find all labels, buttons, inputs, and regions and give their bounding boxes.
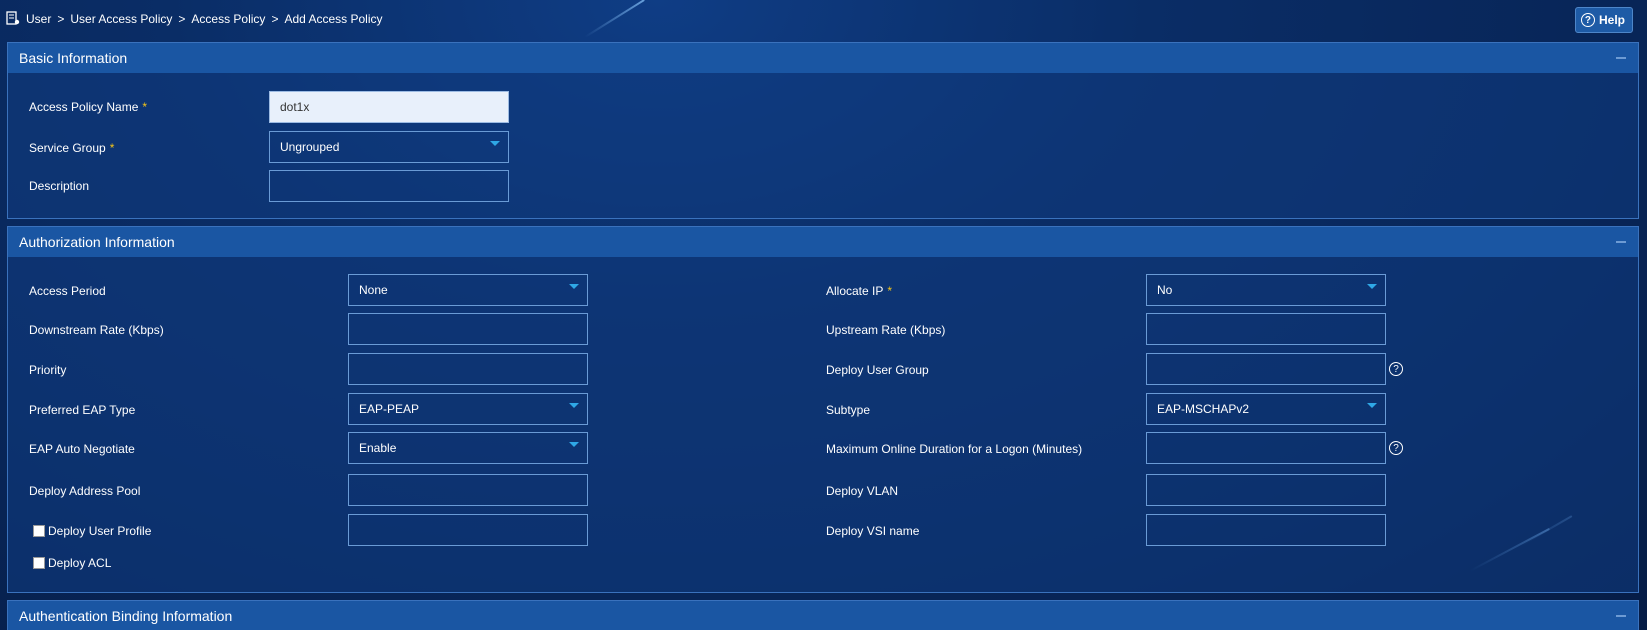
authorization-information-title: Authorization Information — [19, 234, 175, 250]
chevron-down-icon — [569, 284, 579, 289]
preferred-eap-type-value: EAP-PEAP — [359, 402, 420, 416]
allocate-ip-value: No — [1157, 283, 1173, 297]
deploy-user-profile-input[interactable] — [348, 514, 588, 546]
eap-auto-negotiate-value: Enable — [359, 441, 397, 455]
help-label: Help — [1598, 13, 1625, 27]
deploy-address-pool-input[interactable] — [348, 474, 588, 506]
question-icon[interactable]: ? — [1389, 362, 1403, 376]
chevron-down-icon — [1367, 403, 1377, 408]
required-marker: * — [109, 141, 115, 155]
access-policy-name-input[interactable] — [269, 91, 509, 123]
authorization-information-header[interactable]: Authorization Information — [8, 227, 1638, 257]
user-policy-icon — [6, 11, 20, 25]
subtype-value: EAP-MSCHAPv2 — [1157, 402, 1250, 416]
downstream-rate-input[interactable] — [348, 313, 588, 345]
upstream-rate-input[interactable] — [1146, 313, 1386, 345]
upstream-rate-label: Upstream Rate (Kbps) — [826, 323, 946, 337]
service-group-select[interactable]: Ungrouped — [269, 131, 509, 163]
top-bar: User > User Access Policy > Access Polic… — [0, 0, 1647, 38]
breadcrumb-item-access-policy[interactable]: Access Policy — [191, 12, 265, 26]
deploy-vsi-name-label: Deploy VSI name — [826, 524, 920, 538]
breadcrumb-separator: > — [57, 12, 65, 26]
eap-auto-negotiate-label: EAP Auto Negotiate — [29, 442, 135, 456]
description-input[interactable] — [269, 170, 509, 202]
collapse-icon[interactable] — [1616, 241, 1626, 243]
collapse-icon[interactable] — [1616, 615, 1626, 617]
downstream-rate-label: Downstream Rate (Kbps) — [29, 323, 164, 337]
service-group-value: Ungrouped — [280, 140, 340, 154]
deploy-acl-label: Deploy ACL — [48, 556, 112, 570]
deploy-address-pool-label: Deploy Address Pool — [29, 484, 141, 498]
service-group-label: Service Group * — [29, 141, 115, 155]
deploy-vlan-label: Deploy VLAN — [826, 484, 899, 498]
access-policy-name-label: Access Policy Name * — [29, 100, 148, 114]
max-online-duration-input[interactable] — [1146, 432, 1386, 464]
help-icon: ? — [1580, 13, 1595, 27]
chevron-down-icon — [569, 403, 579, 408]
required-marker: * — [142, 100, 148, 114]
deploy-user-profile-label: Deploy User Profile — [48, 524, 152, 538]
required-marker: * — [887, 284, 893, 298]
subtype-select[interactable]: EAP-MSCHAPv2 — [1146, 393, 1386, 425]
basic-information-header[interactable]: Basic Information — [8, 43, 1638, 73]
deploy-vsi-name-input[interactable] — [1146, 514, 1386, 546]
basic-information-panel: Basic Information Access Policy Name* Se… — [7, 42, 1639, 219]
breadcrumb: User > User Access Policy > Access Polic… — [26, 12, 383, 26]
authorization-information-panel: Authorization Information Access Period … — [7, 226, 1639, 593]
deploy-vlan-input[interactable] — [1146, 474, 1386, 506]
breadcrumb-item-user[interactable]: User — [26, 12, 51, 26]
collapse-icon[interactable] — [1616, 57, 1626, 59]
allocate-ip-select[interactable]: No — [1146, 274, 1386, 306]
authentication-binding-panel: Authentication Binding Information — [7, 600, 1639, 630]
priority-input[interactable] — [348, 353, 588, 385]
max-online-duration-label: Maximum Online Duration for a Logon (Min… — [826, 442, 1083, 456]
authentication-binding-title: Authentication Binding Information — [19, 608, 233, 624]
authentication-binding-header[interactable]: Authentication Binding Information — [8, 601, 1638, 630]
deploy-user-profile-checkbox[interactable] — [33, 525, 45, 537]
chevron-down-icon — [490, 141, 500, 146]
access-period-label: Access Period — [29, 284, 106, 298]
allocate-ip-label: Allocate IP * — [826, 284, 893, 298]
breadcrumb-item-current: Add Access Policy — [284, 12, 383, 26]
preferred-eap-type-select[interactable]: EAP-PEAP — [348, 393, 588, 425]
access-period-value: None — [359, 283, 388, 297]
breadcrumb-separator: > — [178, 12, 186, 26]
deploy-user-group-input[interactable] — [1146, 353, 1386, 385]
deploy-user-group-label: Deploy User Group — [826, 363, 929, 377]
preferred-eap-type-label: Preferred EAP Type — [29, 403, 136, 417]
deploy-acl-checkbox[interactable] — [33, 557, 45, 569]
breadcrumb-item-user-access-policy[interactable]: User Access Policy — [70, 12, 172, 26]
question-icon[interactable]: ? — [1389, 441, 1403, 455]
eap-auto-negotiate-select[interactable]: Enable — [348, 432, 588, 464]
access-period-select[interactable]: None — [348, 274, 588, 306]
breadcrumb-separator: > — [271, 12, 279, 26]
description-label: Description — [29, 179, 90, 193]
chevron-down-icon — [1367, 284, 1377, 289]
priority-label: Priority — [29, 363, 67, 377]
subtype-label: Subtype — [826, 403, 871, 417]
basic-information-title: Basic Information — [19, 50, 128, 66]
help-button[interactable]: ? Help — [1574, 7, 1633, 33]
chevron-down-icon — [569, 442, 579, 447]
